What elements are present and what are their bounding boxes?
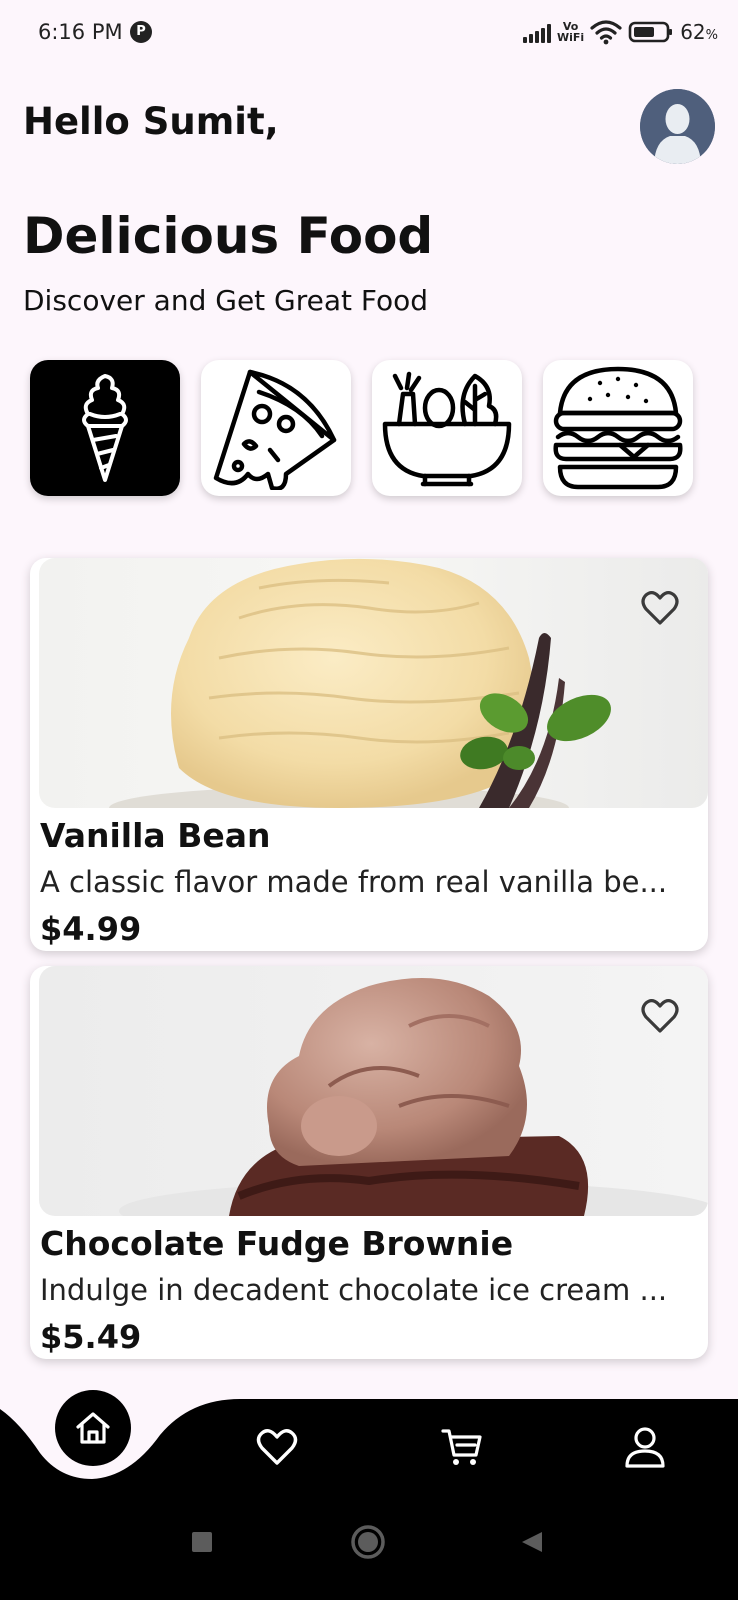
salad-bowl-icon <box>382 371 512 487</box>
status-indicators: Vo WiFi 62% <box>522 18 718 46</box>
category-ice-cream[interactable] <box>30 360 180 496</box>
battery-percent: 62% <box>680 20 718 44</box>
product-name: Chocolate Fudge Brownie <box>40 1224 514 1263</box>
category-list <box>30 360 710 496</box>
notification-badge-icon: P <box>130 21 152 43</box>
greeting-text: Hello Sumit, <box>23 100 279 143</box>
ice-cream-icon <box>82 374 128 482</box>
product-card[interactable]: Chocolate Fudge Brownie Indulge in decad… <box>30 966 708 1359</box>
home-circle-icon[interactable] <box>350 1524 386 1560</box>
category-pizza[interactable] <box>201 360 351 496</box>
battery-icon <box>628 21 673 43</box>
burger-icon <box>553 366 683 490</box>
heart-outline-icon[interactable] <box>640 588 680 628</box>
back-triangle-icon[interactable] <box>520 1530 544 1554</box>
status-bar: 6:16 PM P Vo WiFi 62% <box>0 0 738 64</box>
product-description: Indulge in decadent chocolate ice cream … <box>40 1273 668 1307</box>
nav-profile-icon[interactable] <box>623 1425 667 1469</box>
product-card[interactable]: Vanilla Bean A classic flavor made from … <box>30 558 708 951</box>
nav-home-button[interactable] <box>55 1390 131 1466</box>
heart-outline-icon[interactable] <box>640 996 680 1036</box>
page-title: Delicious Food <box>23 207 434 265</box>
product-image <box>39 966 708 1216</box>
product-name: Vanilla Bean <box>40 816 271 855</box>
category-burger[interactable] <box>543 360 693 496</box>
wifi-icon <box>590 20 622 45</box>
recent-apps-square-icon[interactable] <box>190 1530 214 1554</box>
product-description: A classic flavor made from real vanilla … <box>40 865 668 899</box>
nav-favorites-heart-icon[interactable] <box>255 1425 299 1469</box>
product-price: $5.49 <box>40 1318 142 1356</box>
pizza-icon <box>213 369 337 490</box>
home-icon <box>76 1412 110 1444</box>
avatar-silhouette-icon <box>640 89 715 164</box>
status-time: 6:16 PM <box>38 20 123 44</box>
product-price: $4.99 <box>40 910 142 948</box>
product-image <box>39 558 708 808</box>
vowifi-icon: Vo WiFi <box>556 20 585 44</box>
nav-cart-icon[interactable] <box>440 1425 484 1469</box>
signal-strength-icon <box>522 21 551 43</box>
category-salad[interactable] <box>372 360 522 496</box>
user-avatar[interactable] <box>640 89 715 164</box>
page-subtitle: Discover and Get Great Food <box>23 284 429 317</box>
